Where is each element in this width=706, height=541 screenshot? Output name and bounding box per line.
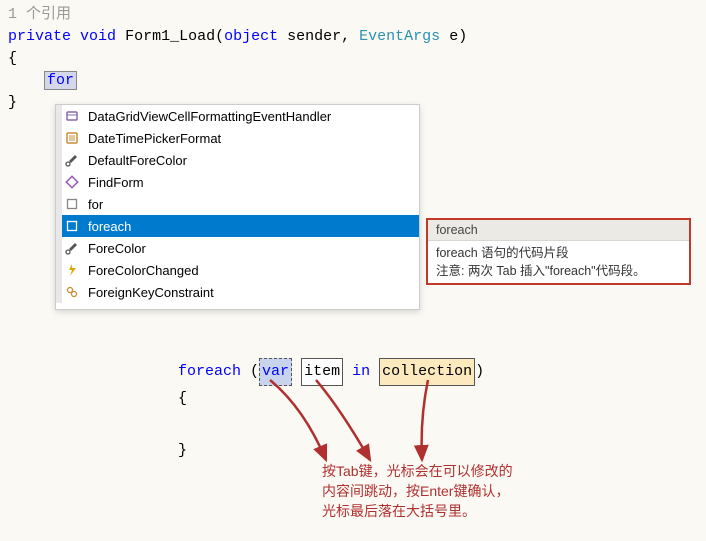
ac-item-defaultforecolor[interactable]: DefaultForeColor bbox=[56, 149, 419, 171]
expanded-snippet: foreach (var item in collection) { } bbox=[178, 358, 484, 464]
hint-l3: 光标最后落在大括号里。 bbox=[322, 501, 513, 521]
ac-item-foreignkeyconstraint[interactable]: ForeignKeyConstraint bbox=[56, 281, 419, 303]
code-editor[interactable]: 1 个引用 private void Form1_Load(object sen… bbox=[8, 4, 467, 114]
delegate-icon bbox=[62, 105, 82, 127]
property-icon bbox=[62, 237, 82, 259]
autocomplete-popup[interactable]: DataGridViewCellFormattingEventHandler Da… bbox=[55, 104, 420, 310]
ac-label: ForeColor bbox=[82, 241, 146, 256]
kw-private: private bbox=[8, 28, 71, 45]
method-name: Form1_Load bbox=[125, 28, 215, 45]
ac-item-foreach[interactable]: foreach bbox=[56, 215, 419, 237]
ac-label: DefaultForeColor bbox=[82, 153, 187, 168]
ac-label: ForeColorChanged bbox=[82, 263, 199, 278]
ac-item-for[interactable]: for bbox=[56, 193, 419, 215]
ac-label: ForeignKeyConstraint bbox=[82, 285, 214, 300]
ac-label: DateTimePickerFormat bbox=[82, 131, 221, 146]
event-icon bbox=[62, 259, 82, 281]
class-icon bbox=[62, 281, 82, 303]
brace-open: { bbox=[8, 48, 467, 70]
param-e: e bbox=[449, 28, 458, 45]
property-icon bbox=[62, 149, 82, 171]
tooltip-title: foreach bbox=[428, 220, 689, 241]
ac-label: for bbox=[82, 197, 103, 212]
type-eventargs: EventArgs bbox=[359, 28, 440, 45]
ac-item-forecolor[interactable]: ForeColor bbox=[56, 237, 419, 259]
placeholder-var[interactable]: var bbox=[259, 358, 292, 386]
kw-object: object bbox=[224, 28, 278, 45]
ac-item-datetimepickerformat[interactable]: DateTimePickerFormat bbox=[56, 127, 419, 149]
kw-void: void bbox=[80, 28, 116, 45]
hint-l1: 按Tab键，光标会在可以修改的 bbox=[322, 461, 513, 481]
snippet-icon bbox=[62, 193, 82, 215]
tooltip-line2: 注意: 两次 Tab 插入"foreach"代码段。 bbox=[436, 262, 681, 280]
kw-foreach: foreach bbox=[178, 363, 241, 380]
placeholder-item[interactable]: item bbox=[301, 358, 343, 386]
references-label: 1 个引用 bbox=[8, 6, 71, 23]
hint-text: 按Tab键，光标会在可以修改的 内容间跳动，按Enter键确认， 光标最后落在大… bbox=[322, 461, 513, 521]
kw-in: in bbox=[352, 363, 370, 380]
ac-item-forecolorchanged[interactable]: ForeColorChanged bbox=[56, 259, 419, 281]
snippet-tooltip: foreach foreach 语句的代码片段 注意: 两次 Tab 插入"fo… bbox=[426, 218, 691, 285]
ac-label: DataGridViewCellFormattingEventHandler bbox=[82, 109, 331, 124]
ac-item-findform[interactable]: FindForm bbox=[56, 171, 419, 193]
hint-l2: 内容间跳动，按Enter键确认， bbox=[322, 481, 513, 501]
enum-icon bbox=[62, 127, 82, 149]
method-icon bbox=[62, 171, 82, 193]
ac-label: foreach bbox=[82, 219, 131, 234]
placeholder-collection[interactable]: collection bbox=[379, 358, 475, 386]
tooltip-line1: foreach 语句的代码片段 bbox=[436, 244, 681, 262]
typed-text[interactable]: for bbox=[44, 71, 77, 90]
ac-label: FindForm bbox=[82, 175, 144, 190]
ac-item-datagridviewcellformattingeventhandler[interactable]: DataGridViewCellFormattingEventHandler bbox=[56, 105, 419, 127]
snippet-icon bbox=[62, 215, 82, 237]
param-sender: sender bbox=[287, 28, 341, 45]
